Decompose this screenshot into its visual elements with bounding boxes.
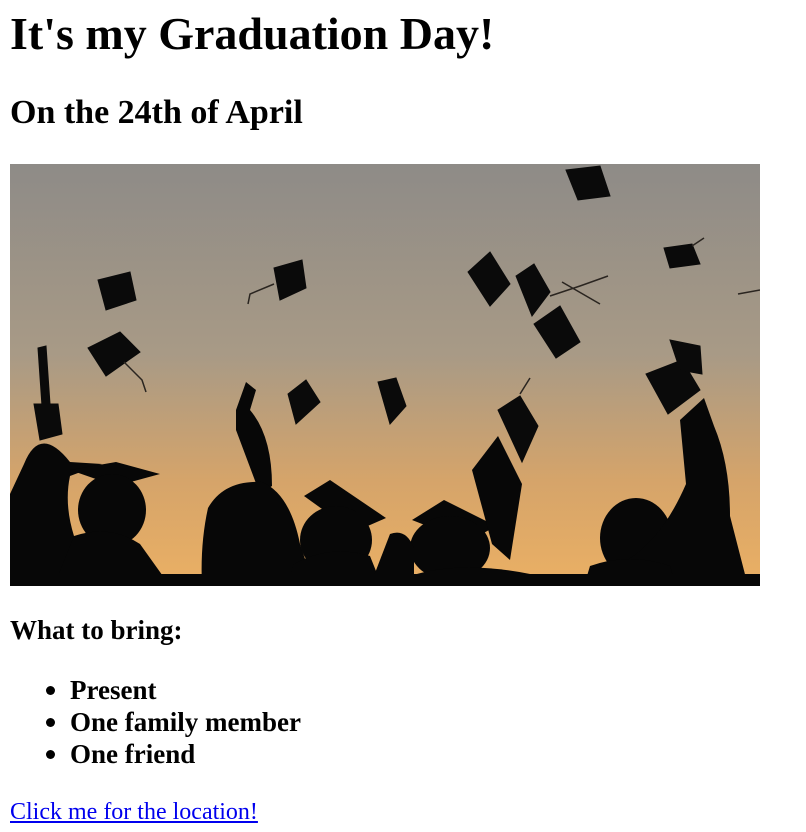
bullet-icon: [46, 750, 55, 759]
page-title: It's my Graduation Day!: [10, 8, 495, 59]
page-subtitle: On the 24th of April: [10, 94, 303, 131]
list-item-label: One family member: [70, 707, 301, 737]
graduation-photo-graphic: [10, 164, 760, 586]
location-link[interactable]: Click me for the location!: [10, 797, 258, 827]
what-to-bring-list: Present One family member One friend: [46, 674, 301, 770]
list-item: One friend: [46, 738, 301, 770]
list-item: Present: [46, 674, 301, 706]
list-item-label: One friend: [70, 739, 196, 769]
graduation-photo: [10, 164, 760, 586]
list-item: One family member: [46, 706, 301, 738]
bullet-icon: [46, 686, 55, 695]
list-item-label: Present: [70, 675, 157, 705]
what-to-bring-heading: What to bring:: [10, 615, 183, 645]
bullet-icon: [46, 718, 55, 727]
